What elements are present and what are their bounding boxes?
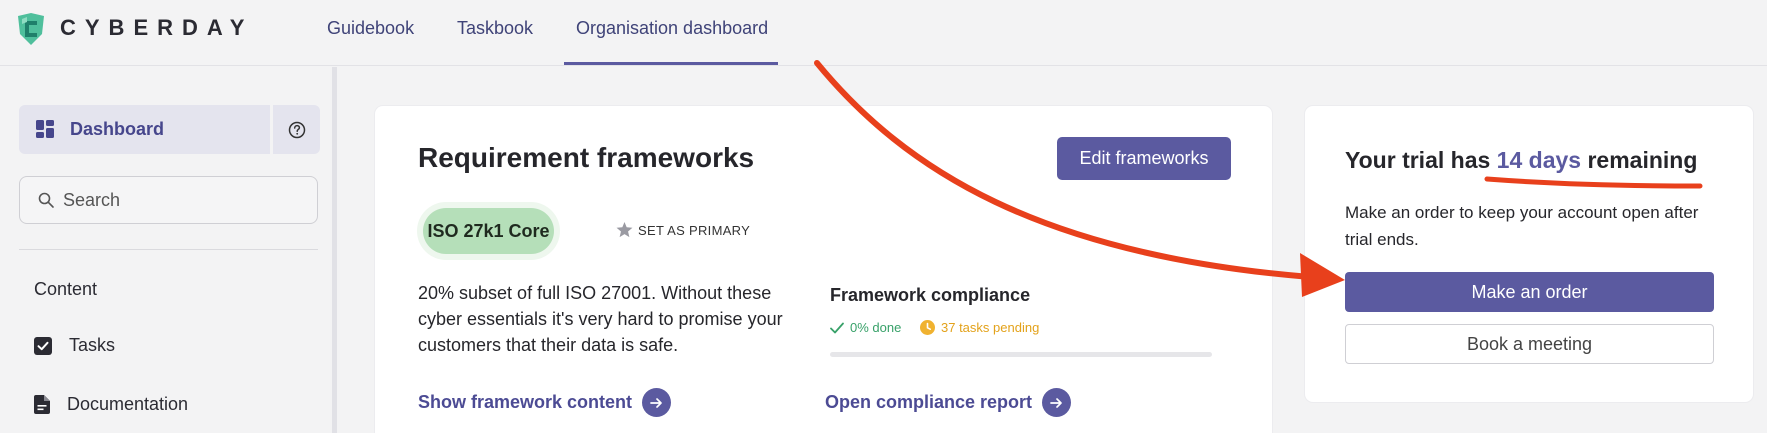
trial-days: 14 days bbox=[1496, 147, 1582, 173]
sidebar-item-documentation[interactable]: Documentation bbox=[34, 394, 188, 415]
search-icon bbox=[38, 192, 54, 208]
compliance-title: Framework compliance bbox=[830, 285, 1031, 305]
pending-status: 37 tasks pending bbox=[920, 320, 1039, 335]
help-button[interactable] bbox=[273, 105, 320, 154]
sidebar-resize-handle[interactable] bbox=[332, 67, 337, 433]
star-icon bbox=[616, 222, 633, 238]
done-label: 0% done bbox=[850, 320, 902, 335]
sidebar-item-label: Tasks bbox=[69, 335, 116, 355]
open-compliance-report-link[interactable]: Open compliance report bbox=[825, 388, 1072, 417]
sidebar-divider bbox=[19, 249, 318, 250]
requirement-frameworks-card: Requirement frameworks Edit frameworks I… bbox=[375, 106, 1272, 433]
dashboard-grid-icon bbox=[36, 120, 54, 138]
active-tab-indicator bbox=[564, 62, 778, 65]
framework-pill[interactable]: ISO 27k1 Core bbox=[423, 208, 554, 254]
pending-label: 37 tasks pending bbox=[941, 320, 1040, 335]
framework-description: 20% subset of full ISO 27001. Without th… bbox=[418, 283, 783, 355]
card-title: Requirement frameworks bbox=[418, 142, 755, 173]
done-status: 0% done bbox=[830, 320, 901, 335]
book-a-meeting-button[interactable]: Book a meeting bbox=[1345, 324, 1714, 364]
arrow-right-icon bbox=[1042, 388, 1072, 417]
set-as-primary-label: SET AS PRIMARY bbox=[638, 222, 751, 238]
sidebar-item-dashboard[interactable]: Dashboard bbox=[19, 105, 270, 154]
sidebar-item-tasks[interactable]: Tasks bbox=[34, 335, 115, 356]
arrow-right-icon bbox=[642, 388, 672, 417]
tab-organisation-dashboard[interactable]: Organisation dashboard bbox=[576, 18, 768, 39]
brand-name: CYBERDAY bbox=[60, 15, 254, 40]
trial-title: Your trial has 14 days remaining bbox=[1345, 147, 1697, 174]
sidebar-section-title: Content bbox=[34, 279, 98, 299]
edit-frameworks-button[interactable]: Edit frameworks bbox=[1057, 137, 1231, 180]
sidebar-item-label: Documentation bbox=[67, 394, 189, 414]
search-input[interactable] bbox=[63, 189, 303, 211]
trial-message: Make an order to keep your account open … bbox=[1345, 203, 1699, 249]
sidebar-search[interactable] bbox=[19, 176, 318, 224]
trial-title-suffix: remaining bbox=[1581, 147, 1698, 173]
link-label: Show framework content bbox=[418, 392, 633, 412]
cyberday-logo-icon[interactable] bbox=[14, 12, 48, 48]
top-navigation: CYBERDAY Guidebook Taskbook Organisation… bbox=[0, 0, 1767, 66]
trial-title-prefix: Your trial has bbox=[1345, 147, 1497, 173]
sidebar-item-label: Dashboard bbox=[70, 119, 165, 139]
document-icon bbox=[34, 395, 50, 414]
checkbox-icon bbox=[34, 336, 52, 355]
check-icon bbox=[830, 322, 844, 333]
tab-taskbook[interactable]: Taskbook bbox=[457, 18, 533, 39]
tab-guidebook[interactable]: Guidebook bbox=[327, 18, 414, 39]
link-label: Open compliance report bbox=[825, 392, 1033, 412]
compliance-progress-bar bbox=[830, 352, 1212, 357]
show-framework-content-link[interactable]: Show framework content bbox=[418, 388, 672, 417]
trial-card: Your trial has 14 days remaining Make an… bbox=[1305, 106, 1753, 402]
make-an-order-button[interactable]: Make an order bbox=[1345, 272, 1714, 312]
set-as-primary-button[interactable]: SET AS PRIMARY bbox=[616, 222, 750, 238]
clock-icon bbox=[920, 320, 935, 335]
help-icon bbox=[288, 121, 305, 138]
